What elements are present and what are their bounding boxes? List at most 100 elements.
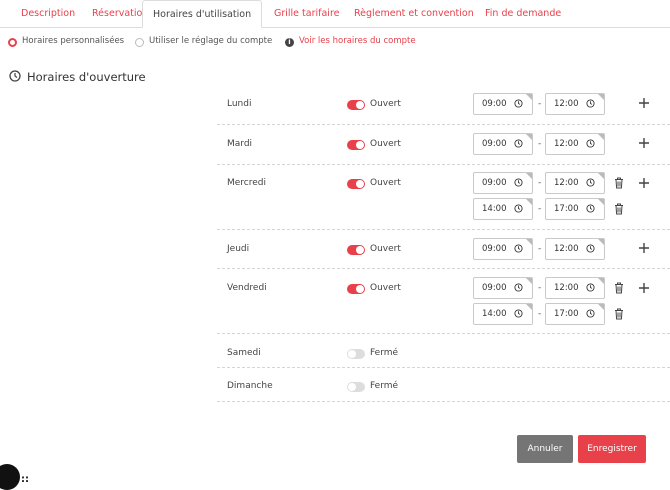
add-range-icon[interactable]	[638, 282, 650, 294]
custom-hours-label[interactable]: Horaires personnalisées	[22, 36, 124, 46]
day-name: Lundi	[227, 99, 252, 109]
clock-icon	[514, 178, 523, 187]
day-row-jeudi: Jeudi Ouvert 09:00 - 12:00	[217, 230, 670, 269]
clock-icon	[514, 139, 523, 148]
start-time-input[interactable]: 14:00	[473, 303, 533, 325]
range-separator: -	[538, 139, 542, 149]
time-value: 14:00	[482, 204, 507, 214]
range-separator: -	[538, 204, 542, 214]
time-value: 14:00	[482, 309, 507, 319]
range-separator: -	[538, 244, 542, 254]
clock-icon	[514, 99, 523, 108]
tab-description[interactable]: Description	[11, 0, 85, 27]
day-name: Samedi	[227, 348, 261, 358]
end-time-input[interactable]: 12:00	[545, 93, 605, 115]
time-value: 12:00	[554, 99, 579, 109]
clock-icon	[586, 309, 595, 318]
tab-fin-de-demande[interactable]: Fin de demande	[475, 0, 571, 27]
status-label: Ouvert	[370, 99, 401, 109]
add-range-icon[interactable]	[638, 242, 650, 254]
tab-horaires-utilisation[interactable]: Horaires d'utilisation	[142, 0, 263, 28]
time-value: 09:00	[482, 244, 507, 254]
day-row-dimanche: Dimanche Fermé	[217, 368, 670, 402]
day-row-mercredi: Mercredi Ouvert 09:00 - 12:00 14:00 - 17…	[217, 165, 670, 230]
start-time-input[interactable]: 09:00	[473, 133, 533, 155]
tab-grille-tarifaire[interactable]: Grille tarifaire	[264, 0, 350, 27]
day-name: Vendredi	[227, 283, 267, 293]
open-toggle[interactable]	[347, 284, 365, 294]
status-label: Ouvert	[370, 178, 401, 188]
view-account-hours-link[interactable]: Voir les horaires du compte	[299, 36, 416, 46]
day-row-lundi: Lundi Ouvert 09:00 - 12:00	[217, 86, 670, 125]
delete-range-icon[interactable]	[614, 203, 624, 215]
end-time-input[interactable]: 17:00	[545, 303, 605, 325]
clock-icon	[586, 139, 595, 148]
clock-icon	[514, 244, 523, 253]
open-toggle[interactable]	[347, 245, 365, 255]
end-time-input[interactable]: 17:00	[545, 198, 605, 220]
add-range-icon[interactable]	[638, 137, 650, 149]
start-time-input[interactable]: 09:00	[473, 277, 533, 299]
range-separator: -	[538, 178, 542, 188]
clock-icon	[514, 309, 523, 318]
clock-icon	[514, 204, 523, 213]
tab-bar: Description Réservation Horaires d'utili…	[0, 0, 670, 28]
day-name: Mercredi	[227, 178, 267, 188]
drag-handle-icon: ::	[21, 474, 29, 485]
day-name: Mardi	[227, 139, 253, 149]
open-toggle[interactable]	[347, 349, 365, 359]
open-toggle[interactable]	[347, 382, 365, 392]
start-time-input[interactable]: 09:00	[473, 238, 533, 260]
start-time-input[interactable]: 14:00	[473, 198, 533, 220]
cancel-button[interactable]: Annuler	[517, 435, 573, 463]
start-time-input[interactable]: 09:00	[473, 172, 533, 194]
time-value: 12:00	[554, 139, 579, 149]
start-time-input[interactable]: 09:00	[473, 93, 533, 115]
status-label: Ouvert	[370, 283, 401, 293]
open-toggle[interactable]	[347, 140, 365, 150]
open-toggle[interactable]	[347, 100, 365, 110]
range-separator: -	[538, 283, 542, 293]
range-separator: -	[538, 309, 542, 319]
time-value: 09:00	[482, 178, 507, 188]
logo-icon	[0, 464, 20, 490]
time-value: 09:00	[482, 283, 507, 293]
opening-hours-title: Horaires d'ouverture	[27, 70, 146, 84]
custom-hours-radio[interactable]	[8, 38, 17, 47]
delete-range-icon[interactable]	[614, 282, 624, 294]
day-row-samedi: Samedi Fermé	[217, 334, 670, 368]
end-time-input[interactable]: 12:00	[545, 172, 605, 194]
clock-icon	[586, 283, 595, 292]
add-range-icon[interactable]	[638, 177, 650, 189]
add-range-icon[interactable]	[638, 97, 650, 109]
open-toggle[interactable]	[347, 179, 365, 189]
save-button[interactable]: Enregistrer	[578, 435, 646, 463]
day-name: Jeudi	[227, 244, 250, 254]
day-name: Dimanche	[227, 381, 273, 391]
day-row-mardi: Mardi Ouvert 09:00 - 12:00	[217, 125, 670, 165]
range-separator: -	[538, 99, 542, 109]
clock-icon	[586, 99, 595, 108]
time-value: 17:00	[554, 204, 579, 214]
clock-icon	[586, 204, 595, 213]
time-value: 09:00	[482, 99, 507, 109]
time-value: 09:00	[482, 139, 507, 149]
delete-range-icon[interactable]	[614, 308, 624, 320]
clock-icon	[514, 283, 523, 292]
account-settings-label[interactable]: Utiliser le réglage du compte	[149, 36, 272, 46]
time-value: 12:00	[554, 244, 579, 254]
end-time-input[interactable]: 12:00	[545, 277, 605, 299]
account-settings-radio[interactable]	[135, 38, 144, 47]
status-label: Ouvert	[370, 244, 401, 254]
info-icon: i	[285, 38, 294, 47]
delete-range-icon[interactable]	[614, 177, 624, 189]
time-value: 17:00	[554, 309, 579, 319]
clock-icon	[586, 178, 595, 187]
time-value: 12:00	[554, 178, 579, 188]
status-label: Fermé	[370, 381, 399, 391]
status-label: Fermé	[370, 348, 399, 358]
end-time-input[interactable]: 12:00	[545, 133, 605, 155]
tab-reglement-convention[interactable]: Règlement et convention	[344, 0, 484, 27]
end-time-input[interactable]: 12:00	[545, 238, 605, 260]
day-row-vendredi: Vendredi Ouvert 09:00 - 12:00 14:00 - 17…	[217, 269, 670, 334]
